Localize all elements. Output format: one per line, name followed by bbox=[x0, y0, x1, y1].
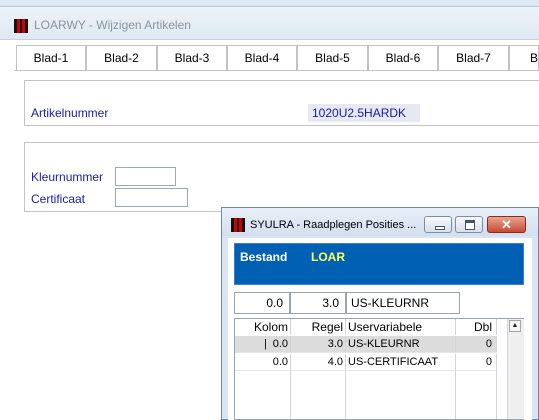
tab-blad-2[interactable]: Blad-2 bbox=[86, 45, 157, 70]
table-row-1-var[interactable]: US-KLEURNR bbox=[346, 336, 456, 353]
maximize-button[interactable] bbox=[455, 216, 483, 233]
table-row-2-regel[interactable]: 4.0 bbox=[291, 354, 346, 371]
table-row-2-dbl[interactable]: 0 bbox=[456, 354, 497, 371]
dialog-title: SYULRA - Raadplegen Posities ... bbox=[250, 219, 417, 231]
tab-blad-5[interactable]: Blad-5 bbox=[297, 45, 368, 70]
tab-blad-4[interactable]: Blad-4 bbox=[227, 45, 297, 70]
column-header-regel[interactable]: Regel bbox=[291, 319, 346, 335]
tab-blad-3[interactable]: Blad-3 bbox=[157, 45, 227, 70]
dialog-app-icon bbox=[231, 218, 245, 232]
background-window-strip bbox=[0, 0, 539, 7]
minimize-icon bbox=[435, 226, 445, 230]
certificate-input[interactable] bbox=[115, 188, 188, 207]
column-header-dbl[interactable]: Dbl bbox=[456, 319, 497, 335]
color-number-label: Kleurnummer bbox=[31, 170, 104, 184]
minimize-button[interactable] bbox=[424, 216, 452, 233]
table-row-1-dbl[interactable]: 0 bbox=[456, 336, 497, 353]
grid-line bbox=[455, 371, 456, 419]
tab-blad-7[interactable]: Blad-7 bbox=[438, 45, 509, 70]
column-header-uservariabele[interactable]: Uservariabele bbox=[346, 319, 456, 335]
tab-blad-6[interactable]: Blad-6 bbox=[368, 45, 438, 70]
tab-blad-1[interactable]: Blad-1 bbox=[16, 45, 86, 70]
color-number-input[interactable] bbox=[115, 167, 176, 186]
position-row-field[interactable]: 3.0 bbox=[290, 292, 346, 314]
certificate-label: Certificaat bbox=[31, 192, 86, 206]
file-label: Bestand bbox=[240, 250, 288, 264]
table-row-1-kolom[interactable]: | 0.0 bbox=[235, 336, 291, 353]
maximize-icon bbox=[465, 220, 475, 230]
cell-value: 0.0 bbox=[272, 338, 288, 350]
file-value: LOAR bbox=[311, 250, 345, 264]
article-number-label: Artikelnummer bbox=[31, 106, 109, 120]
main-window-title: LOARWY - Wijzigen Artikelen bbox=[34, 18, 191, 32]
column-header-kolom[interactable]: Kolom bbox=[235, 319, 291, 335]
scroll-up-arrow-icon[interactable]: ▲ bbox=[509, 320, 521, 332]
grid-line bbox=[345, 371, 346, 419]
position-column-field[interactable]: 0.0 bbox=[234, 292, 290, 314]
table-row-2-kolom[interactable]: 0.0 bbox=[235, 354, 291, 371]
tab-blad-8[interactable]: Bla bbox=[509, 45, 539, 70]
app-icon bbox=[14, 19, 28, 33]
tab-baseline bbox=[14, 70, 539, 71]
position-variable-field[interactable]: US-KLEURNR bbox=[346, 292, 460, 314]
table-scrollbar[interactable] bbox=[507, 319, 524, 419]
grid-line bbox=[496, 371, 497, 419]
close-icon: ✕ bbox=[501, 217, 512, 232]
table-row-1-regel[interactable]: 3.0 bbox=[291, 336, 346, 353]
table-row-2-var[interactable]: US-CERTIFICAAT bbox=[346, 354, 456, 371]
cursor-caret: | bbox=[264, 338, 267, 350]
article-number-value: 1020U2.5HARDK bbox=[308, 104, 420, 122]
grid-line bbox=[290, 371, 291, 419]
close-button[interactable]: ✕ bbox=[487, 216, 526, 233]
